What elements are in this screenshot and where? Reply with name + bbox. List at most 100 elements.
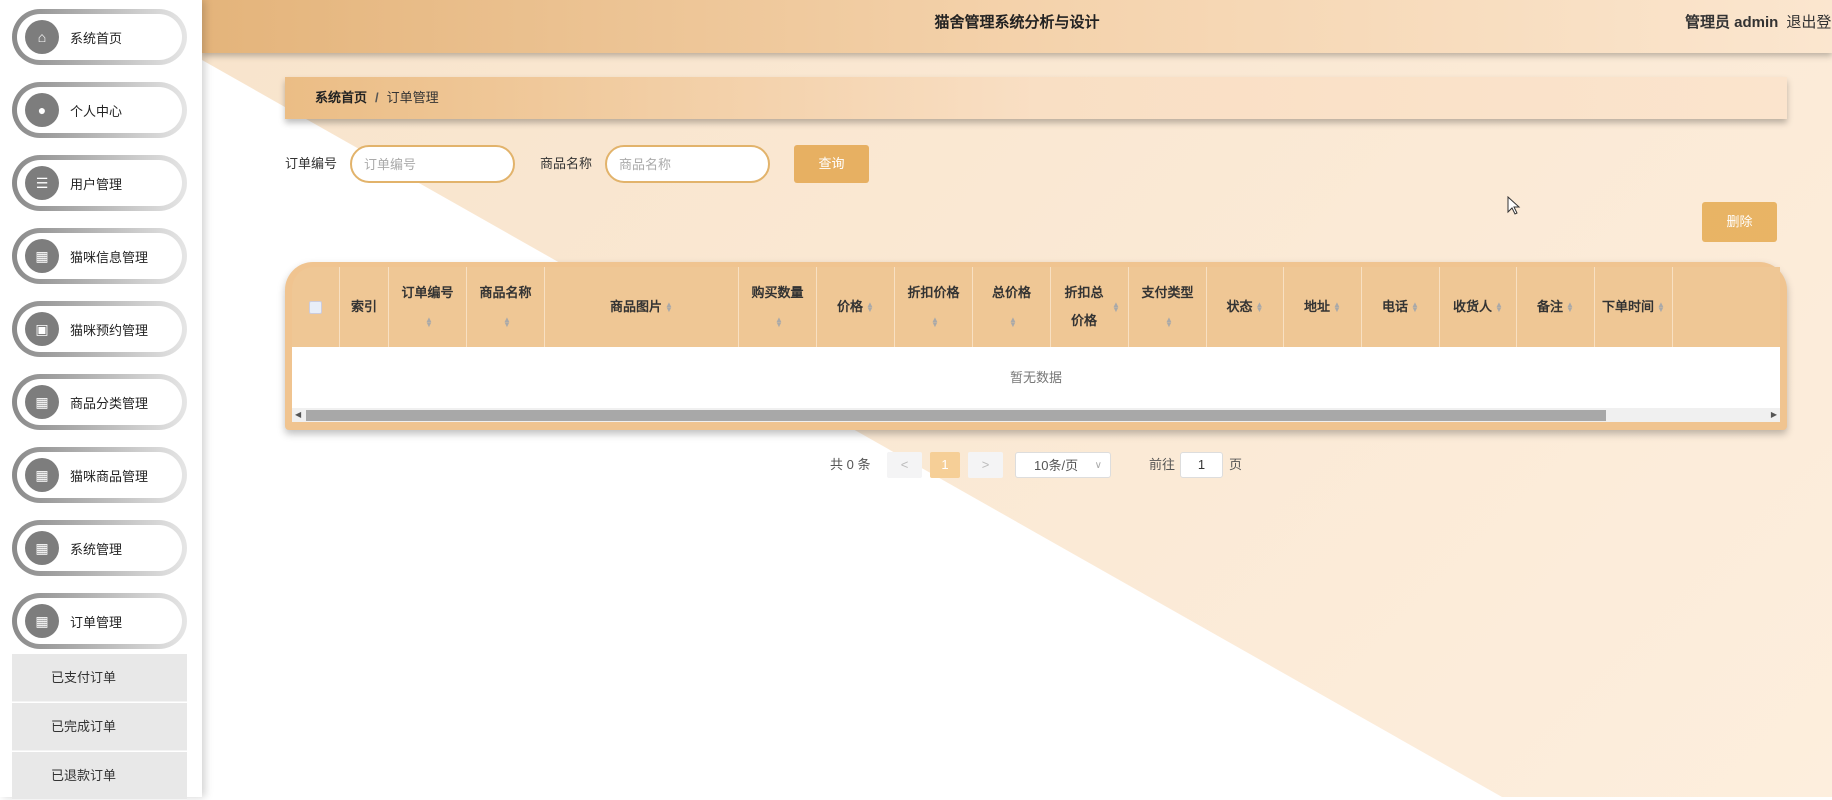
- sidebar-item-inner: ▦ 猫咪商品管理: [17, 452, 182, 498]
- breadcrumb-separator: /: [375, 90, 379, 105]
- column-label: 地址: [1304, 299, 1331, 314]
- sort-icon[interactable]: ▲ ▼: [1411, 301, 1419, 314]
- sidebar-item-label: 猫咪商品管理: [70, 468, 149, 484]
- sidebar-item-1[interactable]: ● 个人中心: [12, 82, 187, 138]
- home-icon: ⌂: [25, 20, 59, 54]
- logout-link[interactable]: 退出登录: [1786, 14, 1832, 31]
- sidebar-item-label: 个人中心: [70, 103, 123, 119]
- delete-button[interactable]: 删除: [1702, 202, 1777, 242]
- column-header-9[interactable]: 支付类型 ▲ ▼: [1129, 267, 1207, 347]
- sidebar-item-5[interactable]: ▦ 商品分类管理: [12, 374, 187, 430]
- sidebar-item-0[interactable]: ⌂ 系统首页: [12, 9, 187, 65]
- column-label: 购买数量: [751, 285, 804, 300]
- column-header-8[interactable]: 折扣总价格 ▲ ▼: [1051, 267, 1129, 347]
- column-label: 下单时间: [1602, 299, 1655, 314]
- column-label: 商品名称: [479, 285, 532, 300]
- column-header-0[interactable]: 索引: [340, 267, 389, 347]
- grid-icon: ▦: [25, 458, 59, 492]
- sidebar-item-inner: ▦ 系统管理: [17, 525, 182, 571]
- column-label: 备注: [1537, 299, 1564, 314]
- page-unit-label: 页: [1229, 457, 1243, 472]
- sort-icon[interactable]: ▲ ▼: [866, 301, 874, 314]
- column-label: 索引: [350, 299, 377, 314]
- column-label: 商品图片: [610, 299, 663, 314]
- sidebar-item-8[interactable]: ▦ 订单管理: [12, 593, 187, 649]
- user-area: 管理员 admin 退出登录: [1685, 0, 1832, 46]
- sidebar-item-4[interactable]: ▣ 猫咪预约管理: [12, 301, 187, 357]
- sort-icon[interactable]: ▲ ▼: [503, 315, 511, 328]
- sidebar-item-inner: ⌂ 系统首页: [17, 14, 182, 60]
- sliders-icon: ☰: [25, 166, 59, 200]
- scrollbar-thumb[interactable]: [306, 410, 1606, 421]
- breadcrumb-home[interactable]: 系统首页: [315, 90, 367, 105]
- select-all-header: [292, 267, 340, 347]
- goto-page-input[interactable]: [1180, 452, 1223, 478]
- sidebar-item-label: 猫咪信息管理: [70, 249, 149, 265]
- sidebar-item-label: 猫咪预约管理: [70, 322, 149, 338]
- sort-icon[interactable]: ▲ ▼: [665, 301, 673, 314]
- sort-icon[interactable]: ▲ ▼: [1657, 301, 1665, 314]
- submenu-item-1[interactable]: 已完成订单: [12, 703, 187, 751]
- sidebar-item-inner: ▦ 商品分类管理: [17, 379, 182, 425]
- order-number-label: 订单编号: [285, 156, 338, 171]
- sidebar-item-7[interactable]: ▦ 系统管理: [12, 520, 187, 576]
- prev-page-button[interactable]: <: [887, 452, 922, 478]
- sidebar-item-6[interactable]: ▦ 猫咪商品管理: [12, 447, 187, 503]
- sidebar-item-2[interactable]: ☰ 用户管理: [12, 155, 187, 211]
- scroll-left-icon[interactable]: ◀: [295, 408, 301, 422]
- query-button[interactable]: 查询: [794, 145, 869, 183]
- sidebar-item-label: 商品分类管理: [70, 395, 149, 411]
- page-size-value: 10条/页: [1034, 458, 1079, 473]
- column-header-7[interactable]: 总价格 ▲ ▼: [973, 267, 1051, 347]
- grid-icon: ▦: [25, 604, 59, 638]
- column-header-12[interactable]: 电话 ▲ ▼: [1362, 267, 1440, 347]
- grid-icon: ▦: [25, 385, 59, 419]
- breadcrumb-current: 订单管理: [386, 90, 439, 105]
- sort-icon[interactable]: ▲ ▼: [1112, 301, 1120, 314]
- column-label: 折扣总价格: [1064, 285, 1104, 328]
- submenu-item-2[interactable]: 已退款订单: [12, 752, 187, 800]
- sidebar-item-inner: ☰ 用户管理: [17, 160, 182, 206]
- sort-icon[interactable]: ▲ ▼: [1009, 315, 1017, 328]
- column-label: 折扣价格: [907, 285, 960, 300]
- scroll-right-icon[interactable]: ▶: [1771, 408, 1777, 422]
- column-label: 状态: [1226, 299, 1253, 314]
- column-header-3[interactable]: 商品图片 ▲ ▼: [545, 267, 739, 347]
- column-header-15[interactable]: 下单时间 ▲ ▼: [1595, 267, 1673, 347]
- sidebar-item-inner: ▦ 订单管理: [17, 598, 182, 644]
- sort-icon[interactable]: ▲ ▼: [1333, 301, 1341, 314]
- sort-icon[interactable]: ▲ ▼: [931, 315, 939, 328]
- column-header-11[interactable]: 地址 ▲ ▼: [1284, 267, 1362, 347]
- sort-icon[interactable]: ▲ ▼: [1566, 301, 1574, 314]
- select-all-checkbox[interactable]: [309, 300, 322, 314]
- column-header-10[interactable]: 状态 ▲ ▼: [1207, 267, 1284, 347]
- next-page-button[interactable]: >: [968, 452, 1003, 478]
- column-header-13[interactable]: 收货人 ▲ ▼: [1440, 267, 1517, 347]
- page-size-select[interactable]: 10条/页 ∨: [1015, 452, 1111, 478]
- sidebar-item-label: 系统首页: [70, 30, 123, 46]
- sort-icon[interactable]: ▲ ▼: [1256, 301, 1264, 314]
- column-label: 总价格: [991, 285, 1031, 300]
- column-header-1[interactable]: 订单编号 ▲ ▼: [389, 267, 467, 347]
- column-header-5[interactable]: 价格 ▲ ▼: [817, 267, 895, 347]
- sidebar: ⌂ 系统首页 ● 个人中心 ☰ 用户管理 ▦ 猫咪信息管理 ▣ 猫咪预约管理 ▦ 商品分类管理 ▦ 猫咪商…: [0, 0, 202, 800]
- column-header-2[interactable]: 商品名称 ▲ ▼: [467, 267, 545, 347]
- sidebar-item-3[interactable]: ▦ 猫咪信息管理: [12, 228, 187, 284]
- horizontal-scrollbar[interactable]: ◀ ▶: [292, 408, 1780, 422]
- column-header-14[interactable]: 备注 ▲ ▼: [1517, 267, 1595, 347]
- column-label: 支付类型: [1141, 285, 1194, 300]
- sort-icon[interactable]: ▲ ▼: [1495, 301, 1503, 314]
- column-header-6[interactable]: 折扣价格 ▲ ▼: [895, 267, 973, 347]
- column-header-4[interactable]: 购买数量 ▲ ▼: [739, 267, 817, 347]
- goods-name-input[interactable]: [605, 145, 770, 183]
- sort-icon[interactable]: ▲ ▼: [1165, 315, 1173, 328]
- order-number-input[interactable]: [350, 145, 515, 183]
- orders-table: 索引 订单编号 ▲ ▼ 商品名称 ▲ ▼ 商品图片 ▲ ▼ 购买数量 ▲ ▼ 价格 ▲ ▼ 折扣价格 ▲ ▼ 总价格 ▲…: [285, 262, 1787, 430]
- sort-icon[interactable]: ▲ ▼: [775, 315, 783, 328]
- page-1-button[interactable]: 1: [930, 452, 960, 478]
- submenu-item-0[interactable]: 已支付订单: [12, 654, 187, 702]
- mouse-cursor-icon: [1507, 196, 1521, 215]
- column-label: 收货人: [1453, 299, 1493, 314]
- column-label: 电话: [1382, 299, 1409, 314]
- sort-icon[interactable]: ▲ ▼: [425, 315, 433, 328]
